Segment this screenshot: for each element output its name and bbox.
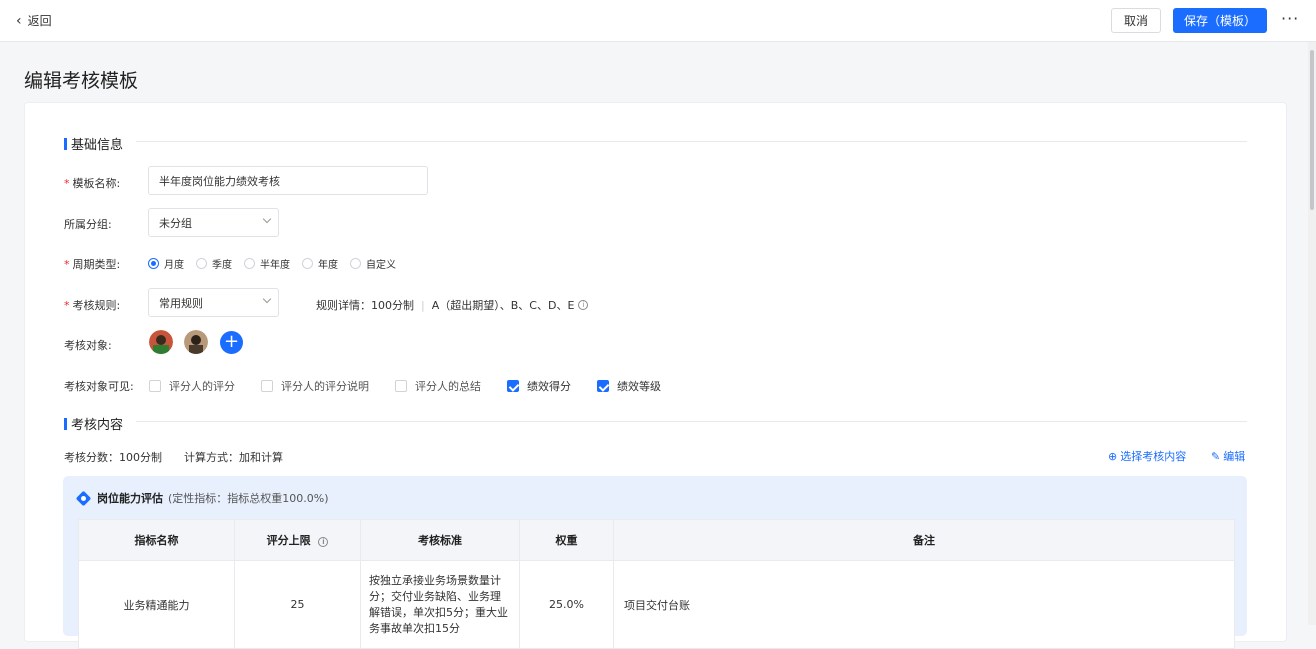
plus-circle-icon: ⊕ [1108, 449, 1118, 463]
top-bar: ‹ 返回 取消 保存（模板） ··· [0, 0, 1316, 42]
section-content: 考核内容 [64, 414, 123, 433]
dimension-name: 岗位能力评估 [97, 492, 163, 505]
column-header: 评分上限 i [234, 519, 361, 561]
score-text: 考核分数：100分制 [64, 451, 162, 464]
rule-label: * 考核规则: [64, 299, 121, 312]
column-header: 备注 [613, 519, 1235, 561]
cancel-button[interactable]: 取消 [1111, 8, 1161, 33]
dimension-header: 岗位能力评估 (定性指标：指标总权重100.0%) [75, 490, 329, 506]
select-content-label: 选择考核内容 [1120, 450, 1187, 463]
checkbox-performance-grade[interactable]: 绩效等级 [597, 378, 661, 394]
indicator-name: 业务精通能力 [78, 560, 235, 649]
indicator-table: 指标名称 评分上限 i 考核标准 权重 备注 业务精通能力 25 按独立承接业务… [78, 519, 1235, 649]
edit-link[interactable]: ✎ 编辑 [1211, 448, 1245, 464]
radio-monthly[interactable]: 月度 [148, 256, 184, 271]
chevron-left-icon: ‹ [16, 12, 22, 29]
info-icon[interactable]: i [318, 537, 329, 547]
section-title-text: 考核内容 [71, 418, 124, 433]
checkbox-performance-score[interactable]: 绩效得分 [507, 378, 571, 394]
divider [136, 421, 1247, 422]
info-icon[interactable]: i [578, 300, 589, 310]
radio-yearly[interactable]: 年度 [302, 256, 338, 271]
avatar[interactable] [184, 330, 208, 354]
calc-text: 计算方式：加和计算 [184, 451, 283, 464]
indicator-standard: 按独立承接业务场景数量计分；交付业务缺陷、业务理解错误，单次扣5分；重大业务事故… [360, 560, 520, 649]
column-header: 考核标准 [360, 519, 520, 561]
avatar[interactable] [149, 330, 173, 354]
table-header-row: 指标名称 评分上限 i 考核标准 权重 备注 [78, 519, 1235, 561]
checkbox-rater-summary[interactable]: 评分人的总结 [395, 378, 481, 394]
cycle-radio-group: 月度 季度 半年度 年度 自定义 [148, 256, 408, 271]
indicator-note: 项目交付台账 [613, 560, 1235, 649]
edit-icon: ✎ [1211, 449, 1221, 463]
group-label: 所属分组: [64, 218, 112, 231]
rule-select-value: 常用规则 [159, 296, 203, 310]
page-title: 编辑考核模板 [24, 70, 139, 92]
divider [136, 141, 1247, 142]
group-select-value: 未分组 [159, 216, 192, 230]
more-icon[interactable]: ··· [1281, 9, 1299, 28]
target-label: 考核对象: [64, 339, 112, 352]
dimension-subtitle: (定性指标：指标总权重100.0%) [168, 492, 329, 505]
table-row[interactable]: 业务精通能力 25 按独立承接业务场景数量计分；交付业务缺陷、业务理解错误，单次… [78, 560, 1235, 649]
visible-label: 考核对象可见: [64, 380, 134, 393]
indicator-max-score: 25 [234, 560, 361, 649]
rule-detail: 规则详情：100分制 | A（超出期望）、B、C、D、E i [316, 297, 589, 313]
chevron-down-icon [262, 214, 272, 224]
radio-custom[interactable]: 自定义 [350, 256, 396, 271]
group-select[interactable]: 未分组 [148, 208, 279, 237]
add-target-button[interactable]: + [220, 331, 243, 354]
section-basic-info: 基础信息 [64, 134, 123, 153]
page-scrollbar[interactable] [1308, 42, 1316, 625]
rule-select[interactable]: 常用规则 [148, 288, 279, 317]
edit-label: 编辑 [1223, 450, 1246, 463]
template-name-input[interactable]: 半年度岗位能力绩效考核 [148, 166, 428, 195]
select-content-link[interactable]: ⊕ 选择考核内容 [1108, 448, 1186, 464]
back-button[interactable]: ‹ 返回 [16, 12, 52, 29]
dimension-icon [75, 490, 92, 506]
back-label: 返回 [27, 14, 52, 28]
section-marker [64, 137, 67, 150]
scrollbar-thumb[interactable] [1310, 50, 1314, 210]
visible-checkbox-group: 评分人的评分 评分人的评分说明 评分人的总结 绩效得分 绩效等级 [149, 378, 687, 394]
checkbox-rater-score[interactable]: 评分人的评分 [149, 378, 235, 394]
column-header: 指标名称 [78, 519, 235, 561]
section-marker [64, 417, 67, 430]
rule-detail-score: 规则详情：100分制 [316, 299, 414, 312]
indicator-weight: 25.0% [519, 560, 614, 649]
radio-half-year[interactable]: 半年度 [244, 256, 290, 271]
cycle-label: * 周期类型: [64, 258, 121, 271]
save-template-button[interactable]: 保存（模板） [1173, 8, 1267, 33]
chevron-down-icon [262, 294, 272, 304]
rule-detail-grades: A（超出期望）、B、C、D、E [431, 299, 575, 312]
checkbox-rater-comment[interactable]: 评分人的评分说明 [261, 378, 369, 394]
column-header: 权重 [519, 519, 614, 561]
radio-quarterly[interactable]: 季度 [196, 256, 232, 271]
section-title-text: 基础信息 [71, 138, 124, 153]
template-name-label: * 模板名称: [64, 177, 121, 190]
